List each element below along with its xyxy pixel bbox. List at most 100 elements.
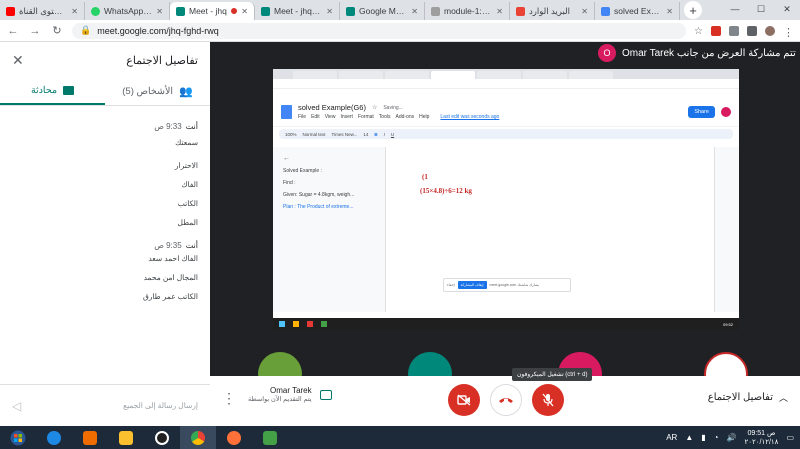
more-options-icon[interactable]: ⋮ bbox=[222, 390, 236, 407]
docs-menu-item: Add-ons bbox=[395, 114, 415, 120]
message-sender: أنت bbox=[185, 122, 198, 131]
camera-off-button[interactable] bbox=[448, 384, 480, 416]
mic-off-button[interactable] bbox=[532, 384, 564, 416]
chat-messages: أنت9:33 ص سمعتك الاحترار الفاك الكاتب ال… bbox=[0, 106, 210, 311]
browser-tab[interactable]: Google Meet ✕ bbox=[340, 2, 425, 20]
back-icon[interactable]: ← bbox=[6, 25, 20, 37]
close-tab-icon[interactable]: ✕ bbox=[411, 7, 418, 16]
message-meta: أنت9:35 ص bbox=[12, 241, 198, 250]
browser-tab[interactable]: Meet - jhq-fgh ✕ bbox=[255, 2, 340, 20]
browser-tab[interactable]: WhatsApp (29)✕ bbox=[85, 2, 170, 20]
message-meta: أنت9:33 ص bbox=[12, 122, 198, 131]
close-tab-icon[interactable]: ✕ bbox=[241, 7, 248, 16]
meet-icon bbox=[176, 6, 185, 16]
presenter-avatar: O bbox=[598, 44, 616, 62]
close-window-icon[interactable]: ✕ bbox=[774, 0, 800, 18]
profile-avatar-icon[interactable] bbox=[765, 25, 775, 36]
taskbar-file-explorer[interactable] bbox=[108, 426, 144, 449]
message-time: 9:33 ص bbox=[154, 122, 182, 131]
close-tab-icon[interactable]: ✕ bbox=[666, 7, 673, 16]
lock-icon: 🔒 bbox=[80, 25, 92, 35]
chrome-icon bbox=[191, 430, 205, 445]
doc-star-icon: ☆ bbox=[371, 105, 378, 111]
meeting-details-panel: ✕ تفاصيل الاجتماع محادثة الأشخاص (5) 👥 أ… bbox=[0, 42, 210, 426]
shared-address-bar bbox=[273, 79, 739, 89]
close-panel-icon[interactable]: ✕ bbox=[12, 52, 24, 69]
browser-tab-strip: محتوى القناة - dio✕ WhatsApp (29)✕ Meet … bbox=[0, 0, 800, 20]
media-player-icon bbox=[83, 430, 97, 445]
presenting-indicator[interactable]: Omar Tarek يتم التقديم الآن بواسطة bbox=[248, 386, 408, 403]
extension-icons: ☆ ⋮ bbox=[694, 25, 794, 39]
close-tab-icon[interactable]: ✕ bbox=[581, 7, 588, 16]
address-bar-row: ← → ↻ 🔒 meet.google.com/jhq-fghd-rwq ☆ ⋮ bbox=[0, 20, 800, 42]
new-tab-button[interactable]: + bbox=[684, 1, 702, 19]
taskbar-app[interactable] bbox=[252, 426, 288, 449]
system-tray: AR ▲ ▮ ◔ 🔊 09:51 ص ٢٠٢٠/١٢/١٨ ▭ bbox=[666, 426, 794, 449]
reload-icon[interactable]: ↻ bbox=[50, 24, 64, 37]
start-button[interactable] bbox=[0, 426, 36, 449]
volume-icon[interactable]: 🔊 bbox=[727, 433, 737, 442]
browser-tab[interactable]: module-1: Exa✕ bbox=[425, 2, 510, 20]
tab-people[interactable]: الأشخاص (5) 👥 bbox=[105, 78, 210, 105]
taskbar-firefox[interactable] bbox=[216, 426, 252, 449]
close-tab-icon[interactable]: ✕ bbox=[156, 7, 163, 16]
panel-header: ✕ تفاصيل الاجتماع bbox=[0, 42, 210, 78]
tab-chat[interactable]: محادثة bbox=[0, 78, 105, 105]
send-icon[interactable]: ◁ bbox=[12, 399, 21, 413]
notifications-icon[interactable]: ▭ bbox=[786, 433, 794, 442]
message-text: الكاتب عمر طارق bbox=[142, 292, 198, 301]
participant-tiles bbox=[210, 352, 800, 396]
close-tab-icon[interactable]: ✕ bbox=[496, 7, 503, 16]
close-tab-icon[interactable]: ✕ bbox=[71, 7, 78, 16]
message-text: المجال امن محمد bbox=[143, 273, 198, 282]
internet-explorer-icon bbox=[47, 430, 61, 445]
extension-grey-icon[interactable] bbox=[729, 25, 739, 36]
underline-icon: U bbox=[390, 131, 395, 137]
outline-item: Solved Example : bbox=[283, 168, 322, 174]
input-language[interactable]: AR bbox=[666, 433, 677, 442]
browser-tab[interactable]: solved Exampl✕ bbox=[595, 2, 680, 20]
forward-icon[interactable]: → bbox=[28, 25, 42, 37]
docs-menu-item: Help bbox=[419, 114, 430, 120]
shared-tab bbox=[523, 71, 567, 79]
hangup-icon bbox=[499, 398, 513, 403]
minimize-icon[interactable]: — bbox=[722, 0, 748, 18]
message-group: أنت9:33 ص سمعتك الاحترار الفاك الكاتب ال… bbox=[12, 122, 198, 227]
meet-icon bbox=[261, 6, 270, 16]
browser-tab[interactable]: محتوى القناة - dio✕ bbox=[0, 2, 85, 20]
folder-icon bbox=[119, 430, 133, 445]
browser-tab-active[interactable]: Meet - jhq ✕ bbox=[170, 2, 255, 20]
close-tab-icon[interactable]: ✕ bbox=[326, 7, 333, 16]
taskbar-chrome[interactable] bbox=[180, 426, 216, 449]
menu-dots-icon[interactable]: ⋮ bbox=[783, 26, 794, 39]
leave-call-button[interactable] bbox=[490, 384, 522, 416]
docs-body: ← Solved Example : Find : Given: Sugar =… bbox=[273, 147, 739, 312]
puzzle-icon[interactable] bbox=[747, 25, 757, 36]
browser-tab[interactable]: البريد الوارد ✕ bbox=[510, 2, 595, 20]
battery-icon[interactable]: ▮ bbox=[701, 433, 705, 442]
maximize-icon[interactable]: ☐ bbox=[748, 0, 774, 18]
message-text: الفاك bbox=[181, 180, 198, 189]
extension-red-icon[interactable] bbox=[711, 25, 721, 36]
network-icon[interactable]: ◔ bbox=[714, 433, 719, 442]
recording-dot-icon bbox=[231, 8, 238, 14]
meeting-details-button[interactable]: تفاصيل الاجتماع ︿ bbox=[708, 391, 788, 404]
shared-browser-tabs bbox=[273, 69, 739, 79]
star-icon[interactable]: ☆ bbox=[694, 26, 703, 37]
message-group: أنت9:35 ص الفاك احمد سعد المجال امن محمد… bbox=[12, 241, 198, 301]
taskbar-ie[interactable] bbox=[36, 426, 72, 449]
docs-menu-bar: File Edit View Insert Format Tools Add-o… bbox=[298, 114, 682, 120]
toolbar-size: 14 bbox=[363, 131, 369, 137]
tray-arrow-icon[interactable]: ▲ bbox=[685, 433, 693, 442]
docs-menu-item: File bbox=[298, 114, 307, 120]
taskbar-clock[interactable]: 09:51 ص ٢٠٢٠/١٢/١٨ bbox=[744, 429, 778, 447]
share-bar-stop: إيقاف المشاركة bbox=[457, 281, 487, 289]
message-text: الاحترار bbox=[174, 161, 198, 170]
math-label: (1 bbox=[422, 173, 428, 181]
taskbar-media-player[interactable] bbox=[72, 426, 108, 449]
record-icon bbox=[155, 430, 169, 445]
send-message-input[interactable]: إرسال رسالة إلى الجميع bbox=[123, 401, 198, 410]
taskbar-recorder[interactable] bbox=[144, 426, 180, 449]
url-field[interactable]: 🔒 meet.google.com/jhq-fghd-rwq bbox=[72, 22, 687, 39]
whatsapp-icon bbox=[91, 6, 100, 16]
